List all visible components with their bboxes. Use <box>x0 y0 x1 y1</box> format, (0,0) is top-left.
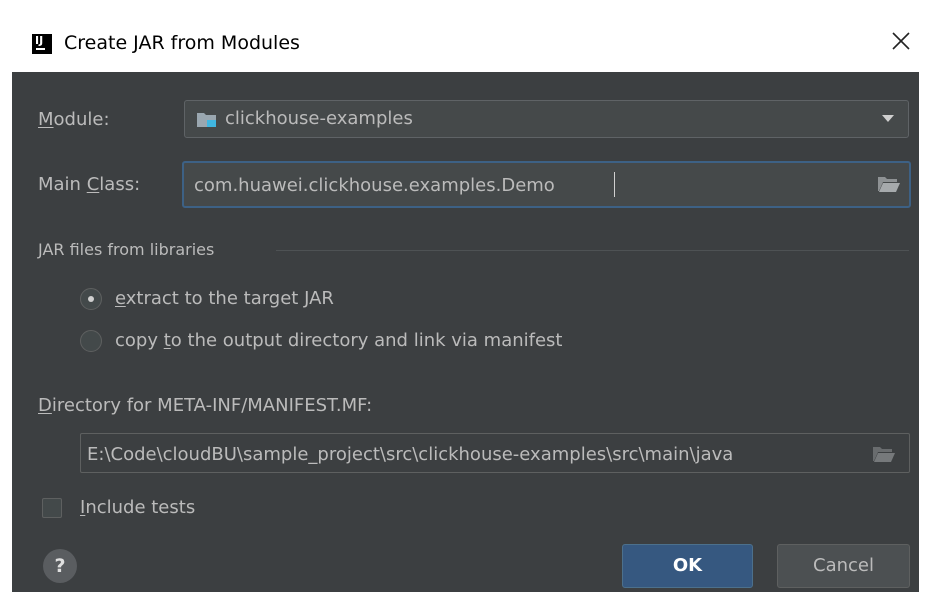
copy-label-text: o the output directory and link via mani… <box>170 330 563 351</box>
text-caret <box>614 172 615 197</box>
module-dropdown[interactable]: clickhouse-examples <box>184 100 909 138</box>
module-folder-icon <box>197 113 216 127</box>
module-label-text: odule: <box>53 109 110 130</box>
cancel-button[interactable]: Cancel <box>777 544 910 588</box>
copy-link-radio[interactable] <box>80 330 102 352</box>
browse-folder-icon[interactable] <box>878 175 900 193</box>
browse-folder-icon[interactable] <box>873 445 895 463</box>
extract-radio-label[interactable]: extract to the target JAR <box>115 287 334 311</box>
close-icon <box>892 32 910 50</box>
chevron-down-icon <box>882 115 894 122</box>
manifest-dir-label-mnemonic: D <box>38 395 52 416</box>
ok-button[interactable]: OK <box>622 544 753 588</box>
copy-label-mnemonic: t <box>163 330 171 351</box>
copy-label-pre: copy <box>115 330 164 351</box>
include-tests-checkbox[interactable] <box>42 498 62 518</box>
help-button[interactable]: ? <box>43 549 77 583</box>
manifest-dir-field[interactable] <box>80 433 910 473</box>
main-class-label: Main Class: <box>38 173 140 197</box>
copy-link-radio-label[interactable]: copy to the output directory and link vi… <box>115 329 562 353</box>
dialog-title: Create JAR from Modules <box>64 32 300 54</box>
main-class-label-text: lass: <box>99 174 141 195</box>
main-class-label-mnemonic: C <box>86 174 100 195</box>
module-dropdown-value: clickhouse-examples <box>225 108 413 129</box>
create-jar-dialog: IJ Create JAR from Modules Module: click… <box>12 12 919 592</box>
title-bar: IJ Create JAR from Modules <box>12 12 919 72</box>
manifest-dir-label: Directory for META-INF/MANIFEST.MF: <box>38 394 372 418</box>
include-tests-label[interactable]: Include tests <box>80 496 195 520</box>
extract-label-mnemonic: e <box>115 288 126 309</box>
intellij-idea-icon: IJ <box>32 34 52 54</box>
manifest-dir-label-text: irectory for META-INF/MANIFEST.MF: <box>51 395 373 416</box>
extract-label-text: xtract to the target JAR <box>125 288 334 309</box>
main-class-label-pre: Main <box>38 174 87 195</box>
manifest-dir-input[interactable] <box>87 442 857 466</box>
module-label: Module: <box>38 108 110 132</box>
main-class-input[interactable] <box>194 173 864 197</box>
close-button[interactable] <box>888 28 916 56</box>
main-class-field[interactable] <box>182 161 911 208</box>
section-divider <box>276 250 909 251</box>
extract-radio[interactable] <box>80 288 102 310</box>
module-label-mnemonic: M <box>38 109 54 130</box>
libraries-section-title: JAR files from libraries <box>38 240 215 259</box>
include-tests-label-text: nclude tests <box>85 497 196 518</box>
